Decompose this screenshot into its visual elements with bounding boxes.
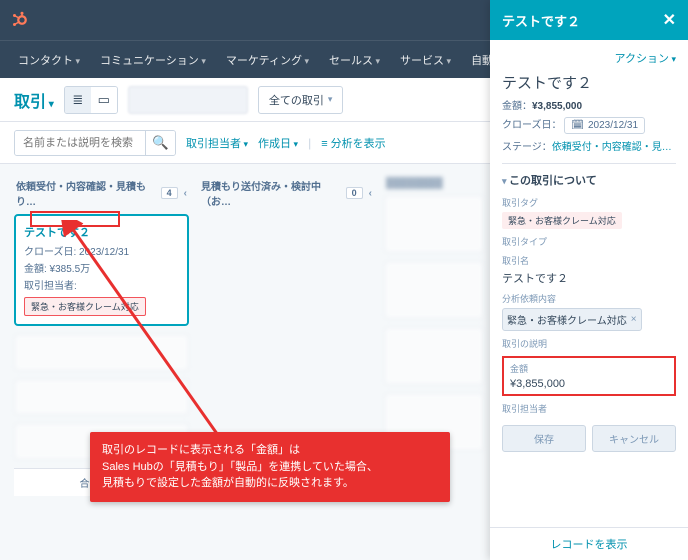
panel-footer: レコードを表示 (490, 527, 688, 560)
search-button[interactable]: 🔍 (145, 131, 175, 155)
save-button[interactable]: 保存 (502, 425, 586, 452)
deal-card-amount: 金額: ¥385.5万 (24, 260, 179, 275)
search-wrap: 🔍 (14, 130, 176, 156)
deal-card-close: クローズ日: 2023/12/31 (24, 243, 179, 258)
close-date-input[interactable]: 🗓2023/12/31 (564, 117, 645, 134)
remove-tag-icon[interactable]: × (631, 314, 637, 325)
view-switcher: ≣ ▭ (64, 86, 118, 114)
filter-owner[interactable]: 取引担当者 (186, 135, 248, 151)
deal-card-blurred (384, 327, 484, 385)
nav-service[interactable]: サービス (392, 46, 459, 74)
panel-action-menu[interactable]: アクション (502, 50, 676, 66)
column-header: 依頼受付・内容確認・見積もり… 4 ‹ (14, 172, 189, 214)
page-title[interactable]: 取引 (14, 88, 54, 112)
board-view-button[interactable]: ▭ (91, 87, 117, 113)
filter-created[interactable]: 作成日 (258, 135, 298, 151)
deal-card-blurred (14, 379, 189, 416)
hubspot-logo[interactable] (8, 9, 30, 31)
panel-header: テストです２ ✕ (490, 0, 688, 40)
deal-card-blurred (384, 261, 484, 319)
pipeline-select[interactable] (128, 86, 248, 114)
deal-tag-pill: 緊急・お客様クレーム対応 (502, 212, 622, 229)
detail-panel: テストです２ ✕ アクション テストです２ 金額：¥3,855,000 クローズ… (490, 0, 688, 560)
about-section-header[interactable]: この取引について (502, 172, 676, 188)
deal-card-blurred (384, 195, 484, 253)
column-count: 0 (346, 187, 363, 199)
deal-name-value: テストです２ (502, 270, 676, 286)
stage-link[interactable]: 依頼受付・内容確認・見… (552, 142, 672, 153)
nav-marketing[interactable]: マーケティング (218, 46, 317, 74)
column-header: 見積もり送付済み・検討中（お… 0 ‹ (199, 172, 374, 214)
deal-card[interactable]: テストです２ クローズ日: 2023/12/31 金額: ¥385.5万 取引担… (14, 214, 189, 326)
deal-card-blurred (14, 334, 189, 371)
cancel-button[interactable]: キャンセル (592, 425, 676, 452)
column-count: 4 (161, 187, 178, 199)
nav-communication[interactable]: コミュニケーション (92, 46, 214, 74)
chevron-left-icon[interactable]: ‹ (184, 188, 187, 199)
deal-card-owner: 取引担当者: (24, 277, 179, 292)
deal-card-tag: 緊急・お客様クレーム対応 (24, 297, 146, 316)
calendar-icon: 🗓 (571, 120, 584, 131)
panel-deal-name: テストです２ (502, 72, 676, 93)
close-icon[interactable]: ✕ (663, 10, 676, 30)
search-input[interactable] (15, 131, 145, 155)
annotation-callout: 取引のレコードに表示される「金額」は Sales Hubの「見積もり」「製品」を… (90, 432, 450, 502)
list-view-button[interactable]: ≣ (65, 87, 91, 113)
analysis-tag-input[interactable]: 緊急・お客様クレーム対応× (502, 308, 642, 331)
nav-sales[interactable]: セールス (321, 46, 388, 74)
all-deals-select[interactable]: 全ての取引 (258, 86, 344, 114)
amount-value: ¥3,855,000 (510, 378, 668, 390)
show-record-link[interactable]: レコードを表示 (551, 539, 628, 551)
panel-title: テストです２ (502, 11, 580, 30)
nav-contacts[interactable]: コンタクト (10, 46, 88, 74)
annotation-box-panel-amount: 金額 ¥3,855,000 (502, 356, 676, 396)
chevron-left-icon[interactable]: ‹ (369, 188, 372, 199)
panel-body: アクション テストです２ 金額：¥3,855,000 クローズ日： 🗓2023/… (490, 40, 688, 527)
deal-card-title: テストです２ (24, 224, 179, 240)
analyze-link[interactable]: ≡ 分析を表示 (321, 135, 385, 151)
